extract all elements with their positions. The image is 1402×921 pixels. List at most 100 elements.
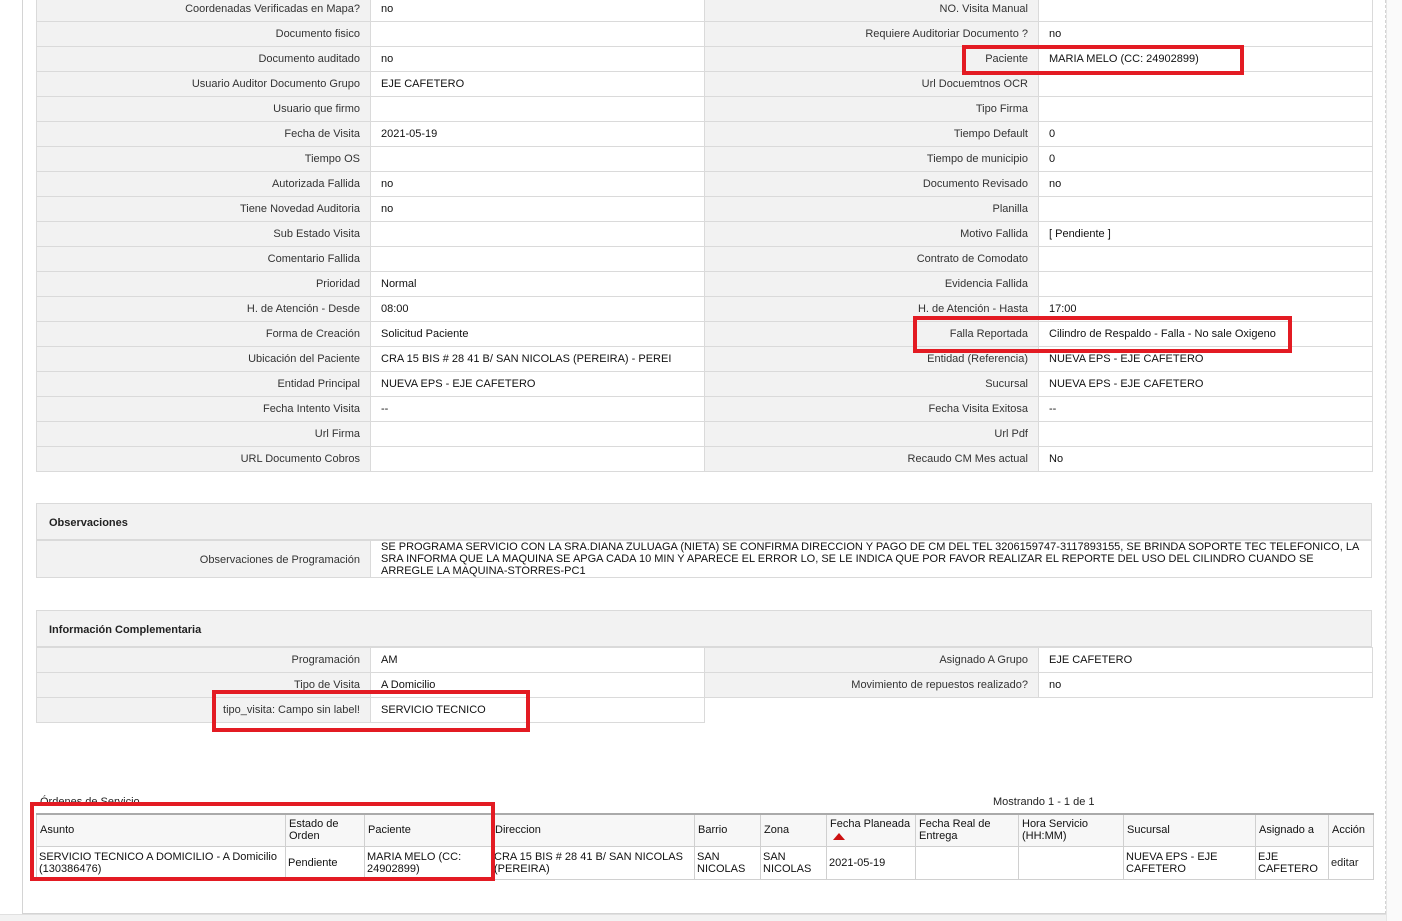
usuario-auditor-documento-grupo-label: Usuario Auditor Documento Grupo — [36, 71, 371, 97]
requiere-auditoriar-documento-label: Requiere Auditoriar Documento ? — [704, 21, 1039, 47]
tiene-novedad-auditoria-label: Tiene Novedad Auditoria — [36, 196, 371, 222]
column-header-sucursal[interactable]: Sucursal — [1123, 813, 1256, 847]
h-de-atencion-desde-label: H. de Atención - Desde — [36, 296, 371, 322]
movimiento-de-repuestos-realizado-value: no — [1038, 672, 1373, 698]
column-header-label: Fecha Real de Entrega — [919, 818, 991, 843]
recaudo-cm-mes-actual-value: No — [1038, 446, 1373, 472]
ordenes-count: Mostrando 1 - 1 de 1 — [993, 796, 1095, 808]
cell-sucursal: NUEVA EPS - EJE CAFETERO — [1123, 845, 1256, 880]
url-firma-label: Url Firma — [36, 421, 371, 447]
observaciones-header: Observaciones — [36, 503, 1372, 540]
autorizada-fallida-label: Autorizada Fallida — [36, 171, 371, 197]
fecha-visita-exitosa-label: Fecha Visita Exitosa — [704, 396, 1039, 422]
entidad-principal-value: NUEVA EPS - EJE CAFETERO — [370, 371, 705, 397]
prioridad-label: Prioridad — [36, 271, 371, 297]
detail-row: URL Documento Cobros Recaudo CM Mes actua… — [36, 446, 1373, 472]
tiempo-de-municipio-label: Tiempo de municipio — [704, 146, 1039, 172]
documento-revisado-value: no — [1038, 171, 1373, 197]
detail-row: Url Firma Url Pdf — [36, 421, 1373, 447]
tiempo-os-value — [370, 146, 705, 172]
asignado-a-grupo-label: Asignado A Grupo — [704, 647, 1039, 673]
detail-row: Usuario que firmo Tipo Firma — [36, 96, 1373, 122]
no-visita-manual-label: NO. Visita Manual — [704, 0, 1039, 22]
url-docuemtnos-ocr-value — [1038, 71, 1373, 97]
sub-estado-visita-label: Sub Estado Visita — [36, 221, 371, 247]
comentario-fallida-value — [370, 246, 705, 272]
detail-row: Usuario Auditor Documento Grupo EJE CAFET… — [36, 71, 1373, 97]
column-header-label: Sucursal — [1127, 824, 1170, 837]
cell-fecha-real-de-entrega — [915, 845, 1019, 880]
sub-estado-visita-value — [370, 221, 705, 247]
comentario-fallida-label: Comentario Fallida — [36, 246, 371, 272]
detail-row: Fecha Intento Visita -- Fecha Visita Exito… — [36, 396, 1373, 422]
asignado-a-grupo-value: EJE CAFETERO — [1038, 647, 1373, 673]
cell-barrio: SAN NICOLAS — [694, 845, 761, 880]
detail-row: Tiempo OS Tiempo de municipio 0 — [36, 146, 1373, 172]
column-header-label: Zona — [764, 824, 790, 837]
contrato-de-comodato-label: Contrato de Comodato — [704, 246, 1039, 272]
fecha-visita-exitosa-value: -- — [1038, 396, 1373, 422]
column-header-fecha-planeada[interactable]: Fecha Planeada — [826, 813, 916, 847]
cell-hora-servicio-hh-mm — [1018, 845, 1124, 880]
detail-row: Tiene Novedad Auditoria no Planilla — [36, 196, 1373, 222]
column-header-asignado-a[interactable]: Asignado a — [1255, 813, 1329, 847]
highlight-orden-asunto-paciente — [30, 802, 495, 881]
fecha-intento-visita-label: Fecha Intento Visita — [36, 396, 371, 422]
empty-cell — [705, 698, 1039, 723]
cell-asignado-a: EJE CAFETERO — [1255, 845, 1329, 880]
tiempo-default-label: Tiempo Default — [704, 121, 1039, 147]
column-header-label: Barrio — [698, 824, 728, 837]
column-header-label: Asignado a — [1259, 824, 1315, 837]
column-header-label: Direccion — [495, 824, 541, 837]
fecha-de-visita-value: 2021-05-19 — [370, 121, 705, 147]
evidencia-fallida-value — [1038, 271, 1373, 297]
tiempo-default-value: 0 — [1038, 121, 1373, 147]
horizontal-scrollbar[interactable] — [0, 914, 1386, 921]
detail-row: Programación AM Asignado A Grupo EJE CAFETE… — [36, 647, 1373, 673]
usuario-que-firmo-label: Usuario que firmo — [36, 96, 371, 122]
detail-row: Coordenadas Verificadas en Mapa? no NO. Vi… — [36, 0, 1373, 22]
column-header-direccion[interactable]: Direccion — [491, 813, 695, 847]
tiempo-de-municipio-value: 0 — [1038, 146, 1373, 172]
cell-zona: SAN NICOLAS — [760, 845, 827, 880]
observaciones-value: SE PROGRAMA SERVICIO CON LA SRA.DIANA ZU… — [381, 541, 1359, 577]
no-visita-manual-value — [1038, 0, 1373, 22]
column-header-label: Acción — [1332, 824, 1366, 837]
ubicacion-del-paciente-label: Ubicación del Paciente — [36, 346, 371, 372]
sort-ascending-icon[interactable] — [833, 832, 845, 840]
url-pdf-label: Url Pdf — [704, 421, 1039, 447]
highlight-paciente — [962, 45, 1244, 75]
column-header-zona[interactable]: Zona — [760, 813, 827, 847]
tipo-firma-value — [1038, 96, 1373, 122]
tipo-firma-label: Tipo Firma — [704, 96, 1039, 122]
autorizada-fallida-value: no — [370, 171, 705, 197]
prioridad-value: Normal — [370, 271, 705, 297]
programacion-value: AM — [370, 647, 705, 673]
column-header-barrio[interactable]: Barrio — [694, 813, 761, 847]
url-firma-value — [370, 421, 705, 447]
h-de-atencion-desde-value: 08:00 — [370, 296, 705, 322]
column-header-hora-servicio-hh-mm[interactable]: Hora Servicio (HH:MM) — [1018, 813, 1124, 847]
planilla-label: Planilla — [704, 196, 1039, 222]
documento-auditado-value: no — [370, 46, 705, 72]
url-pdf-value — [1038, 421, 1373, 447]
evidencia-fallida-label: Evidencia Fallida — [704, 271, 1039, 297]
usuario-que-firmo-value — [370, 96, 705, 122]
detail-row: Comentario Fallida Contrato de Comodato — [36, 246, 1373, 272]
url-documento-cobros-value — [370, 446, 705, 472]
detail-row: Sub Estado Visita Motivo Fallida[ Pendien… — [36, 221, 1373, 247]
column-header-accion[interactable]: Acción — [1328, 813, 1374, 847]
sucursal-label: Sucursal — [704, 371, 1039, 397]
cell-fecha-planeada: 2021-05-19 — [826, 845, 916, 880]
edit-link[interactable]: editar — [1331, 857, 1359, 869]
url-documento-cobros-label: URL Documento Cobros — [36, 446, 371, 472]
forma-de-creacion-label: Forma de Creación — [36, 321, 371, 347]
column-header-label: Fecha Planeada — [830, 818, 911, 831]
recaudo-cm-mes-actual-label: Recaudo CM Mes actual — [704, 446, 1039, 472]
column-header-fecha-real-de-entrega[interactable]: Fecha Real de Entrega — [915, 813, 1019, 847]
observaciones-label: Observaciones de Programación — [37, 541, 371, 577]
coordenadas-verificadas-en-mapa-label: Coordenadas Verificadas en Mapa? — [36, 0, 371, 22]
cell-accion: editar — [1328, 845, 1374, 880]
coordenadas-verificadas-en-mapa-value: no — [370, 0, 705, 22]
vertical-scrollbar[interactable] — [1386, 0, 1402, 921]
